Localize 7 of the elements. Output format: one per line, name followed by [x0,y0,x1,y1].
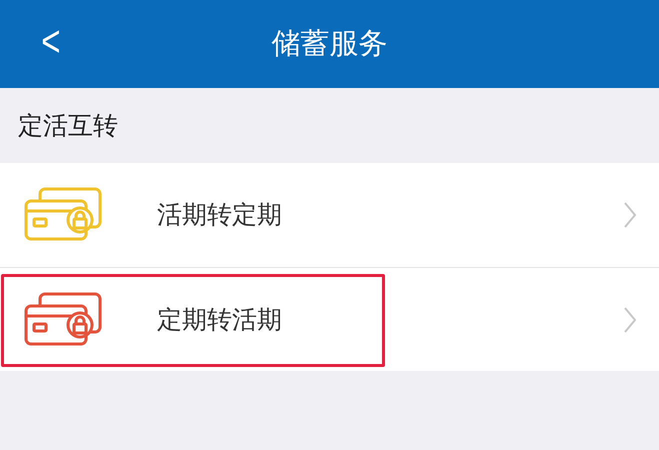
section-title: 定活互转 [18,110,118,142]
menu-item-label: 活期转定期 [157,199,283,232]
page-title: 储蓄服务 [272,25,388,62]
chevron-icon [623,306,637,334]
back-button[interactable]: < [41,18,60,66]
chevron-icon [623,201,637,229]
menu-item-label: 定期转活期 [157,304,283,336]
